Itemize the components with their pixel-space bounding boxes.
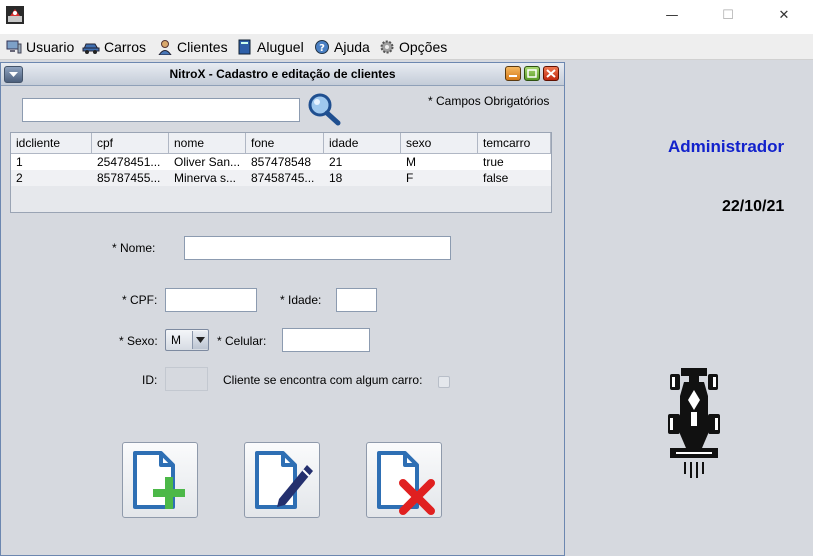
- table-row[interactable]: 1 25478451... Oliver San... 857478548 21…: [11, 154, 551, 170]
- race-car-logo-icon: [668, 368, 720, 478]
- nome-field[interactable]: [184, 236, 451, 260]
- sexo-label: * Sexo:: [119, 334, 158, 348]
- id-label: ID:: [142, 373, 158, 387]
- sexo-dropdown-button[interactable]: [192, 331, 208, 349]
- edit-client-button[interactable]: [244, 442, 320, 518]
- sexo-select[interactable]: M: [165, 329, 209, 351]
- person-icon: [158, 40, 172, 55]
- frame-minimize-button[interactable]: [505, 66, 521, 81]
- table-cell: 85787455...: [97, 171, 161, 185]
- sexo-select-value: M: [171, 333, 181, 347]
- minimize-icon: [509, 75, 517, 77]
- table-cell: true: [483, 155, 504, 169]
- add-document-icon: [133, 451, 185, 509]
- close-icon: [546, 69, 556, 78]
- idade-field[interactable]: [336, 288, 377, 312]
- frame-close-button[interactable]: [543, 66, 559, 81]
- chevron-down-icon: [196, 337, 205, 343]
- table-cell: 87458745...: [251, 171, 315, 185]
- delete-document-icon: [377, 451, 435, 515]
- carro-checkbox-label: Cliente se encontra com algum carro:: [223, 373, 423, 387]
- computer-icon: [6, 40, 22, 54]
- idade-label: * Idade:: [280, 293, 322, 307]
- menu-aluguel[interactable]: Aluguel: [237, 37, 304, 57]
- car-icon: [82, 43, 100, 54]
- table-cell: M: [406, 155, 416, 169]
- menu-ajuda[interactable]: ? Ajuda: [314, 37, 370, 57]
- minimize-window-button[interactable]: —: [643, 0, 701, 30]
- delete-client-button[interactable]: [366, 442, 442, 518]
- maximize-window-button[interactable]: ☐: [699, 0, 757, 30]
- minimize-icon: —: [665, 7, 679, 23]
- maximize-icon: ☐: [722, 7, 734, 23]
- menu-opcoes[interactable]: Opções: [379, 37, 447, 57]
- maximize-icon: [527, 69, 537, 78]
- carro-checkbox[interactable]: [438, 376, 450, 388]
- celular-label: * Celular:: [217, 334, 267, 348]
- table-cell: 25478451...: [97, 155, 161, 169]
- edit-document-icon: [255, 451, 313, 509]
- menu-carros-label: Carros: [104, 39, 147, 55]
- table-cell: Oliver San...: [174, 155, 241, 169]
- nome-label: * Nome:: [112, 241, 156, 255]
- add-client-button[interactable]: [122, 442, 198, 518]
- menu-clientes-label: Clientes: [177, 39, 228, 55]
- menu-opcoes-label: Opções: [399, 39, 448, 55]
- table-cell: 1: [16, 155, 23, 169]
- table-cell: 18: [329, 171, 343, 185]
- frame-maximize-button[interactable]: [524, 66, 540, 81]
- menu-aluguel-label: Aluguel: [257, 39, 304, 55]
- cpf-label: * CPF:: [122, 293, 158, 307]
- close-window-button[interactable]: ✕: [755, 0, 813, 30]
- column-header[interactable]: fone: [246, 133, 324, 153]
- column-header[interactable]: sexo: [401, 133, 478, 153]
- column-header[interactable]: idade: [324, 133, 401, 153]
- clientes-table[interactable]: idcliente cpf nome fone idade sexo temca…: [10, 132, 552, 213]
- table-cell: 857478548: [251, 155, 312, 169]
- menu-clientes[interactable]: Clientes: [157, 37, 228, 57]
- book-icon: [238, 39, 251, 55]
- search-input[interactable]: [22, 98, 300, 122]
- close-icon: ✕: [778, 7, 790, 23]
- table-row[interactable]: 2 85787455... Minerva s... 87458745... 1…: [11, 170, 551, 186]
- menu-bar: Usuario Carros Clientes Aluguel ? Ajuda …: [0, 34, 813, 60]
- menu-usuario-label: Usuario: [26, 39, 75, 55]
- gear-icon: [380, 40, 394, 54]
- table-empty-area: [11, 186, 551, 212]
- table-cell: 21: [329, 155, 343, 169]
- menu-usuario[interactable]: Usuario: [6, 37, 74, 57]
- column-header[interactable]: idcliente: [11, 133, 92, 153]
- current-date-label: 22/10/21: [722, 198, 785, 215]
- app-logo-icon: [6, 6, 24, 24]
- table-cell: false: [483, 171, 509, 185]
- column-header[interactable]: nome: [169, 133, 246, 153]
- cpf-field[interactable]: [165, 288, 257, 312]
- menu-ajuda-label: Ajuda: [334, 39, 370, 55]
- search-icon[interactable]: [306, 92, 342, 126]
- svg-text:?: ?: [319, 43, 325, 54]
- help-icon: ?: [315, 40, 329, 54]
- table-cell: Minerva s...: [174, 171, 237, 185]
- menu-carros[interactable]: Carros: [82, 37, 146, 57]
- column-header[interactable]: cpf: [92, 133, 169, 153]
- required-fields-note: * Campos Obrigatórios: [428, 94, 550, 108]
- column-header[interactable]: temcarro: [478, 133, 551, 153]
- app-titlebar: — ☐ ✕: [0, 0, 813, 34]
- table-cell: 2: [16, 171, 23, 185]
- id-field: [165, 367, 208, 391]
- internal-frame-title: NitroX - Cadastro e editação de clientes: [169, 67, 396, 81]
- table-header: idcliente cpf nome fone idade sexo temca…: [11, 133, 551, 154]
- internal-frame-titlebar[interactable]: NitroX - Cadastro e editação de clientes: [1, 63, 564, 86]
- celular-field[interactable]: [282, 328, 370, 352]
- user-role-label: Administrador: [668, 137, 785, 156]
- table-cell: F: [406, 171, 414, 185]
